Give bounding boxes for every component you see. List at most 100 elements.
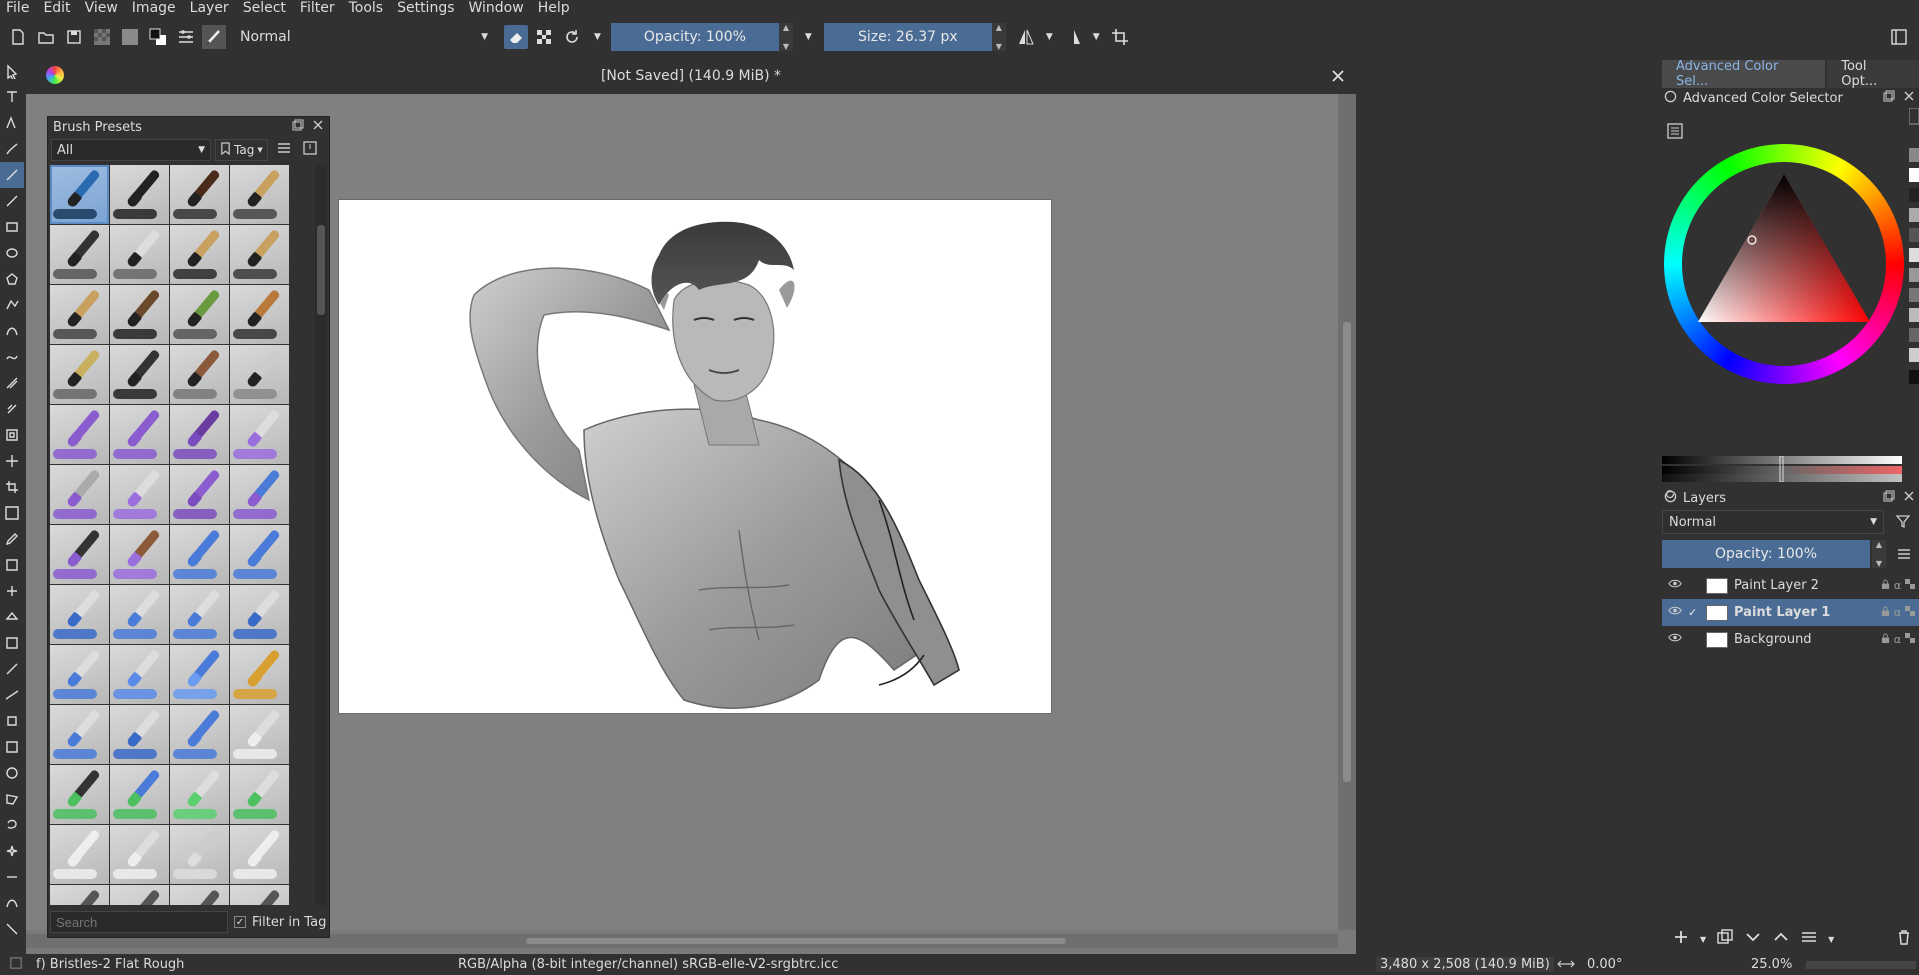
chevron-down-icon[interactable]: ▼	[594, 32, 601, 42]
layer-row[interactable]: Background α	[1662, 626, 1919, 653]
brush-preset-item[interactable]	[50, 345, 109, 404]
menu-select[interactable]: Select	[236, 0, 293, 16]
float-docker-icon[interactable]	[1883, 90, 1895, 106]
open-document-icon[interactable]	[34, 25, 58, 49]
brush-preset-item[interactable]	[230, 645, 289, 704]
brush-preset-item[interactable]	[230, 885, 289, 905]
polygonal-select-icon[interactable]	[0, 786, 24, 812]
lock-icon[interactable]	[1881, 633, 1890, 647]
mirror-horizontal-icon[interactable]	[1014, 25, 1038, 49]
transform-tool-icon[interactable]	[0, 422, 24, 448]
brush-preset-item[interactable]	[50, 765, 109, 824]
freehand-brush-icon[interactable]	[0, 162, 24, 188]
move-layer-down-icon[interactable]	[1744, 928, 1762, 950]
brush-preset-item[interactable]	[50, 225, 109, 284]
freehand-path-icon[interactable]	[0, 344, 24, 370]
brush-preset-item[interactable]	[230, 525, 289, 584]
brush-preset-item[interactable]	[110, 285, 169, 344]
inherit-alpha-icon[interactable]	[1905, 632, 1915, 647]
brush-preset-item[interactable]	[110, 345, 169, 404]
brush-preset-item[interactable]	[50, 405, 109, 464]
brush-preset-item[interactable]	[170, 705, 229, 764]
rectangle-tool-icon[interactable]	[0, 214, 24, 240]
brush-preset-item[interactable]	[50, 285, 109, 344]
gradient-tool-icon[interactable]	[0, 500, 24, 526]
mirror-vertical-icon[interactable]	[1061, 25, 1085, 49]
similar-select-icon[interactable]	[0, 864, 24, 890]
brush-preset-item[interactable]	[230, 705, 289, 764]
move-tool-icon[interactable]	[0, 448, 24, 474]
select-shapes-icon[interactable]	[0, 58, 24, 84]
elliptical-select-icon[interactable]	[0, 760, 24, 786]
line-tool-icon[interactable]	[0, 188, 24, 214]
menu-image[interactable]: Image	[125, 0, 183, 16]
reference-images-icon[interactable]	[0, 708, 24, 734]
contiguous-select-icon[interactable]	[0, 838, 24, 864]
layer-menu-icon[interactable]	[1896, 546, 1912, 566]
menu-help[interactable]: Help	[531, 0, 577, 16]
inherit-alpha-icon[interactable]	[1905, 605, 1915, 620]
inherit-alpha-icon[interactable]	[1905, 578, 1915, 593]
alpha-lock-icon[interactable]: α	[1894, 606, 1901, 620]
rectangular-select-icon[interactable]	[0, 734, 24, 760]
zoom-slider[interactable]	[1806, 961, 1916, 969]
brush-preset-item[interactable]	[170, 285, 229, 344]
visibility-eye-icon[interactable]	[1668, 632, 1682, 647]
brush-preset-item[interactable]	[110, 765, 169, 824]
move-layer-up-icon[interactable]	[1772, 928, 1790, 950]
brush-settings-icon[interactable]	[174, 25, 198, 49]
brush-preset-item[interactable]	[110, 585, 169, 644]
duplicate-layer-icon[interactable]	[1716, 928, 1734, 950]
fill-tool-icon[interactable]	[0, 604, 24, 630]
brush-preset-item[interactable]	[230, 225, 289, 284]
scrollbar-thumb[interactable]	[1343, 322, 1351, 782]
list-view-icon[interactable]	[276, 140, 292, 160]
colorize-mask-icon[interactable]	[0, 552, 24, 578]
menu-edit[interactable]: Edit	[36, 0, 77, 16]
hue-ring[interactable]	[1664, 144, 1904, 384]
layer-properties-icon[interactable]	[1800, 928, 1818, 950]
freehand-select-icon[interactable]	[0, 812, 24, 838]
chevron-down-icon[interactable]: ▼	[1093, 32, 1100, 42]
add-layer-icon[interactable]	[1672, 928, 1690, 950]
brush-preset-item[interactable]	[230, 765, 289, 824]
docker-toggle-icon[interactable]	[1887, 25, 1911, 49]
layer-row[interactable]: ✓ Paint Layer 1 α	[1662, 599, 1919, 626]
brush-preset-item[interactable]	[50, 525, 109, 584]
menu-view[interactable]: View	[78, 0, 125, 16]
preserve-alpha-icon[interactable]	[532, 25, 556, 49]
brush-preset-item[interactable]	[230, 285, 289, 344]
brush-preset-item[interactable]	[110, 885, 169, 905]
polyline-tool-icon[interactable]	[0, 292, 24, 318]
brush-preset-item[interactable]	[50, 465, 109, 524]
brush-preset-item[interactable]	[170, 645, 229, 704]
size-spin[interactable]: ▲ ▼	[991, 23, 1006, 51]
brush-preset-item[interactable]	[50, 645, 109, 704]
brush-preset-item[interactable]	[110, 705, 169, 764]
brush-preset-item[interactable]	[170, 825, 229, 884]
ellipse-tool-icon[interactable]	[0, 240, 24, 266]
brush-preset-item[interactable]	[50, 705, 109, 764]
size-slider[interactable]: Size: 26.37 px	[823, 23, 992, 51]
brush-preset-item[interactable]	[110, 165, 169, 224]
chevron-down-icon[interactable]: ▼	[1046, 32, 1053, 42]
brush-preset-item[interactable]	[170, 165, 229, 224]
menu-layer[interactable]: Layer	[183, 0, 236, 16]
menu-file[interactable]: File	[0, 0, 36, 16]
bezier-curve-icon[interactable]	[0, 318, 24, 344]
wrap-around-icon[interactable]	[1108, 25, 1132, 49]
visibility-eye-icon[interactable]	[1668, 605, 1682, 620]
eraser-mode-icon[interactable]	[504, 25, 528, 49]
reload-preset-icon[interactable]	[560, 25, 584, 49]
brush-search-input[interactable]	[50, 911, 228, 933]
opacity-spin[interactable]: ▲ ▼	[778, 23, 793, 51]
menu-settings[interactable]: Settings	[390, 0, 461, 16]
close-icon[interactable]	[1326, 64, 1350, 88]
brush-preset-item[interactable]	[170, 765, 229, 824]
brush-preset-item[interactable]	[50, 585, 109, 644]
storage-icon[interactable]	[302, 140, 318, 160]
close-icon[interactable]	[312, 119, 324, 135]
bezier-select-icon[interactable]	[0, 890, 24, 916]
edit-shapes-icon[interactable]	[0, 110, 24, 136]
brush-preset-item[interactable]	[170, 225, 229, 284]
